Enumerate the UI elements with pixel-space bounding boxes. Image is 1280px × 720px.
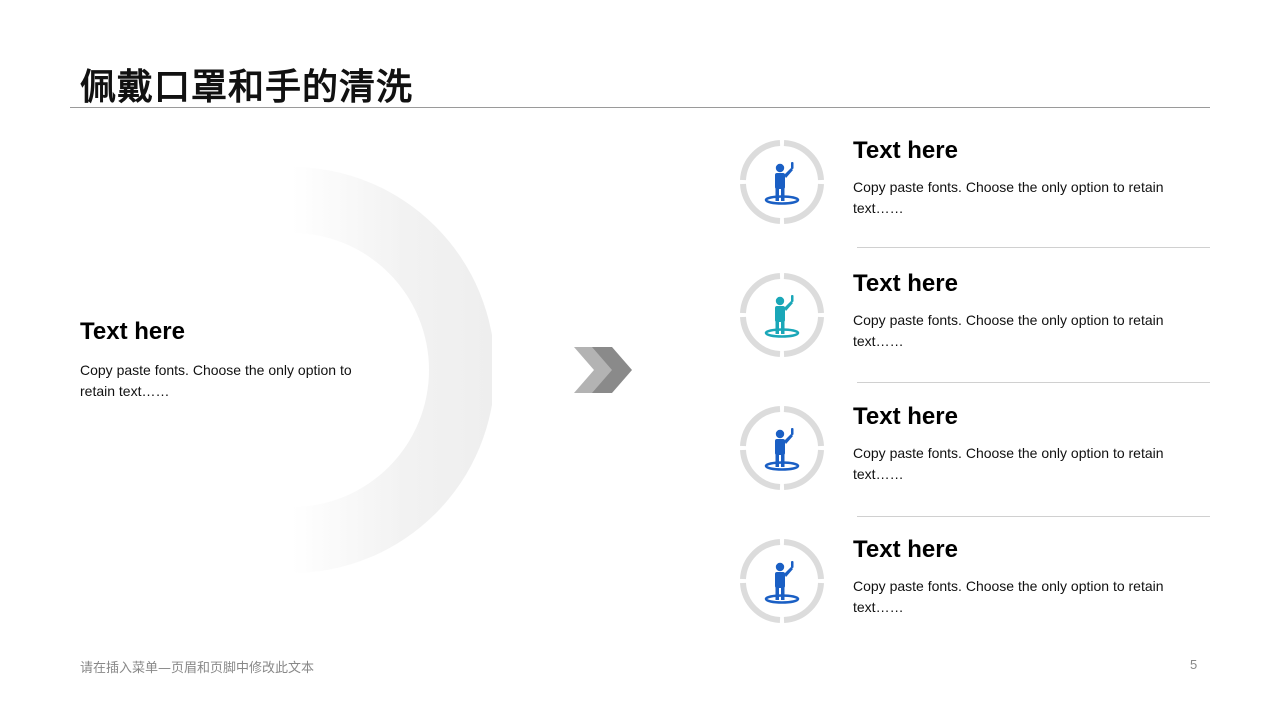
item-description: Copy paste fonts. Choose the only option…: [853, 179, 1164, 216]
person-icon: [740, 539, 824, 623]
list-item: Text here Copy paste fonts. Choose the o…: [740, 137, 1210, 250]
item-heading: Text here: [853, 137, 958, 164]
item-description: Copy paste fonts. Choose the only option…: [853, 445, 1164, 482]
left-text-block: Text here Copy paste fonts. Choose the o…: [80, 318, 380, 402]
person-icon: [740, 406, 824, 490]
list-item: Text here Copy paste fonts. Choose the o…: [740, 536, 1210, 649]
left-description: Copy paste fonts. Choose the only option…: [80, 362, 352, 399]
item-divider: [857, 382, 1210, 383]
item-divider: [857, 247, 1210, 248]
title-divider: [70, 107, 1210, 108]
chevron-right-icon: [574, 347, 632, 393]
item-description: Copy paste fonts. Choose the only option…: [853, 312, 1164, 349]
item-heading: Text here: [853, 536, 958, 563]
item-divider: [857, 516, 1210, 517]
page-title: 佩戴口罩和手的清洗: [80, 67, 414, 108]
footer-text: 请在插入菜单—页眉和页脚中修改此文本: [80, 661, 315, 676]
person-icon: [740, 140, 824, 224]
item-heading: Text here: [853, 403, 958, 430]
page-number: 5: [1190, 657, 1198, 672]
list-item: Text here Copy paste fonts. Choose the o…: [740, 270, 1210, 383]
list-item: Text here Copy paste fonts. Choose the o…: [740, 403, 1210, 516]
person-icon: [740, 273, 824, 357]
left-heading: Text here: [80, 318, 185, 345]
item-heading: Text here: [853, 270, 958, 297]
item-description: Copy paste fonts. Choose the only option…: [853, 578, 1164, 615]
